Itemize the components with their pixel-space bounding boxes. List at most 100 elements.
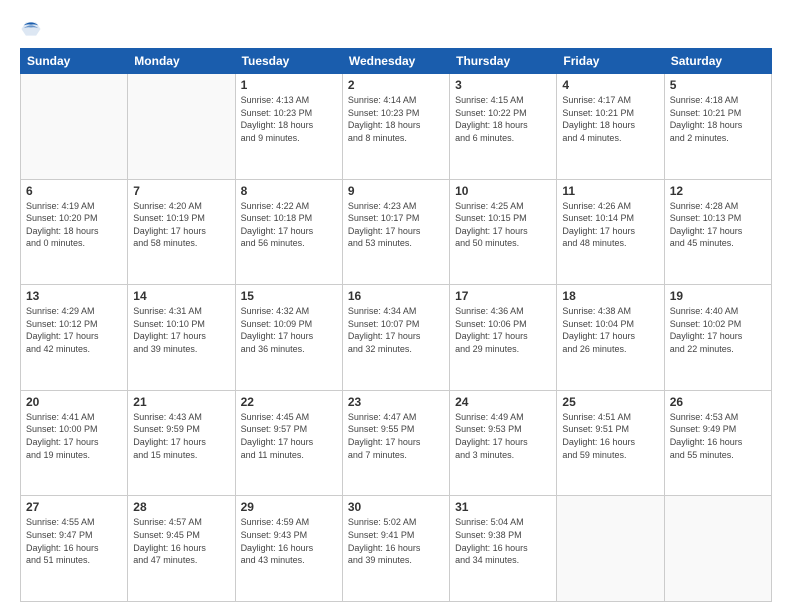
day-number: 8 — [241, 184, 337, 198]
day-number: 1 — [241, 78, 337, 92]
day-info: Sunrise: 4:26 AM Sunset: 10:14 PM Daylig… — [562, 200, 658, 250]
weekday-header-thursday: Thursday — [450, 49, 557, 74]
calendar-week-5: 27 Sunrise: 4:55 AM Sunset: 9:47 PM Dayli… — [21, 496, 772, 602]
day-info: Sunrise: 4:18 AM Sunset: 10:21 PM Daylig… — [670, 94, 766, 144]
day-info: Sunrise: 4:59 AM Sunset: 9:43 PM Dayligh… — [241, 516, 337, 566]
day-info: Sunrise: 4:22 AM Sunset: 10:18 PM Daylig… — [241, 200, 337, 250]
calendar-week-1: 1 Sunrise: 4:13 AM Sunset: 10:23 PM Dayli… — [21, 74, 772, 180]
page-header — [20, 18, 772, 40]
day-info: Sunrise: 5:02 AM Sunset: 9:41 PM Dayligh… — [348, 516, 444, 566]
day-number: 10 — [455, 184, 551, 198]
day-number: 15 — [241, 289, 337, 303]
day-number: 23 — [348, 395, 444, 409]
day-info: Sunrise: 4:15 AM Sunset: 10:22 PM Daylig… — [455, 94, 551, 144]
day-number: 5 — [670, 78, 766, 92]
calendar-cell: 22 Sunrise: 4:45 AM Sunset: 9:57 PM Dayli… — [235, 390, 342, 496]
day-number: 31 — [455, 500, 551, 514]
calendar-cell: 31 Sunrise: 5:04 AM Sunset: 9:38 PM Dayli… — [450, 496, 557, 602]
day-info: Sunrise: 4:57 AM Sunset: 9:45 PM Dayligh… — [133, 516, 229, 566]
calendar-cell: 16Sunrise: 4:34 AM Sunset: 10:07 PM Dayl… — [342, 285, 449, 391]
day-info: Sunrise: 4:19 AM Sunset: 10:20 PM Daylig… — [26, 200, 122, 250]
calendar-cell: 21 Sunrise: 4:43 AM Sunset: 9:59 PM Dayli… — [128, 390, 235, 496]
weekday-header-monday: Monday — [128, 49, 235, 74]
day-number: 4 — [562, 78, 658, 92]
calendar-cell: 20 Sunrise: 4:41 AM Sunset: 10:00 PM Dayl… — [21, 390, 128, 496]
day-info: Sunrise: 4:17 AM Sunset: 10:21 PM Daylig… — [562, 94, 658, 144]
calendar-cell: 8 Sunrise: 4:22 AM Sunset: 10:18 PM Dayli… — [235, 179, 342, 285]
calendar-cell: 18 Sunrise: 4:38 AM Sunset: 10:04 PM Dayl… — [557, 285, 664, 391]
calendar-table: SundayMondayTuesdayWednesdayThursdayFrid… — [20, 48, 772, 602]
calendar-cell: 15 Sunrise: 4:32 AM Sunset: 10:09 PM Dayl… — [235, 285, 342, 391]
calendar-cell: 28 Sunrise: 4:57 AM Sunset: 9:45 PM Dayli… — [128, 496, 235, 602]
day-number: 17 — [455, 289, 551, 303]
day-info: Sunrise: 4:20 AM Sunset: 10:19 PM Daylig… — [133, 200, 229, 250]
day-info: Sunrise: 4:14 AM Sunset: 10:23 PM Daylig… — [348, 94, 444, 144]
day-info: Sunrise: 4:29 AM Sunset: 10:12 PM Daylig… — [26, 305, 122, 355]
calendar-cell: 4 Sunrise: 4:17 AM Sunset: 10:21 PM Dayli… — [557, 74, 664, 180]
day-number: 2 — [348, 78, 444, 92]
day-number: 24 — [455, 395, 551, 409]
calendar-week-2: 6 Sunrise: 4:19 AM Sunset: 10:20 PM Dayli… — [21, 179, 772, 285]
calendar-cell: 19Sunrise: 4:40 AM Sunset: 10:02 PM Dayl… — [664, 285, 771, 391]
calendar-cell: 5 Sunrise: 4:18 AM Sunset: 10:21 PM Dayli… — [664, 74, 771, 180]
calendar-cell: 7Sunrise: 4:20 AM Sunset: 10:19 PM Dayli… — [128, 179, 235, 285]
calendar-cell: 9 Sunrise: 4:23 AM Sunset: 10:17 PM Dayli… — [342, 179, 449, 285]
day-number: 20 — [26, 395, 122, 409]
calendar-cell: 11 Sunrise: 4:26 AM Sunset: 10:14 PM Dayl… — [557, 179, 664, 285]
day-number: 9 — [348, 184, 444, 198]
day-number: 21 — [133, 395, 229, 409]
calendar-cell — [128, 74, 235, 180]
day-info: Sunrise: 4:43 AM Sunset: 9:59 PM Dayligh… — [133, 411, 229, 461]
day-number: 25 — [562, 395, 658, 409]
weekday-header-saturday: Saturday — [664, 49, 771, 74]
calendar-cell: 30 Sunrise: 5:02 AM Sunset: 9:41 PM Dayli… — [342, 496, 449, 602]
calendar-cell: 10 Sunrise: 4:25 AM Sunset: 10:15 PM Dayl… — [450, 179, 557, 285]
day-number: 16 — [348, 289, 444, 303]
day-info: Sunrise: 4:47 AM Sunset: 9:55 PM Dayligh… — [348, 411, 444, 461]
day-number: 28 — [133, 500, 229, 514]
day-number: 18 — [562, 289, 658, 303]
day-info: Sunrise: 4:55 AM Sunset: 9:47 PM Dayligh… — [26, 516, 122, 566]
day-number: 13 — [26, 289, 122, 303]
day-info: Sunrise: 4:13 AM Sunset: 10:23 PM Daylig… — [241, 94, 337, 144]
day-number: 22 — [241, 395, 337, 409]
day-info: Sunrise: 4:38 AM Sunset: 10:04 PM Daylig… — [562, 305, 658, 355]
calendar-cell: 29 Sunrise: 4:59 AM Sunset: 9:43 PM Dayli… — [235, 496, 342, 602]
day-info: Sunrise: 4:51 AM Sunset: 9:51 PM Dayligh… — [562, 411, 658, 461]
day-info: Sunrise: 4:45 AM Sunset: 9:57 PM Dayligh… — [241, 411, 337, 461]
weekday-header-row: SundayMondayTuesdayWednesdayThursdayFrid… — [21, 49, 772, 74]
day-number: 12 — [670, 184, 766, 198]
calendar-week-4: 20 Sunrise: 4:41 AM Sunset: 10:00 PM Dayl… — [21, 390, 772, 496]
calendar-cell: 14 Sunrise: 4:31 AM Sunset: 10:10 PM Dayl… — [128, 285, 235, 391]
calendar-cell: 26 Sunrise: 4:53 AM Sunset: 9:49 PM Dayli… — [664, 390, 771, 496]
day-number: 26 — [670, 395, 766, 409]
day-info: Sunrise: 4:53 AM Sunset: 9:49 PM Dayligh… — [670, 411, 766, 461]
day-info: Sunrise: 4:41 AM Sunset: 10:00 PM Daylig… — [26, 411, 122, 461]
day-number: 29 — [241, 500, 337, 514]
calendar-cell: 13 Sunrise: 4:29 AM Sunset: 10:12 PM Dayl… — [21, 285, 128, 391]
logo — [20, 18, 46, 40]
day-number: 30 — [348, 500, 444, 514]
day-number: 11 — [562, 184, 658, 198]
calendar-cell: 25 Sunrise: 4:51 AM Sunset: 9:51 PM Dayli… — [557, 390, 664, 496]
calendar-cell — [664, 496, 771, 602]
day-info: Sunrise: 4:23 AM Sunset: 10:17 PM Daylig… — [348, 200, 444, 250]
day-number: 6 — [26, 184, 122, 198]
day-info: Sunrise: 4:40 AM Sunset: 10:02 PM Daylig… — [670, 305, 766, 355]
calendar-cell — [557, 496, 664, 602]
weekday-header-sunday: Sunday — [21, 49, 128, 74]
calendar-cell: 2 Sunrise: 4:14 AM Sunset: 10:23 PM Dayli… — [342, 74, 449, 180]
calendar-cell: 27 Sunrise: 4:55 AM Sunset: 9:47 PM Dayli… — [21, 496, 128, 602]
day-info: Sunrise: 5:04 AM Sunset: 9:38 PM Dayligh… — [455, 516, 551, 566]
logo-icon — [20, 18, 42, 40]
day-number: 14 — [133, 289, 229, 303]
calendar-cell — [21, 74, 128, 180]
calendar-cell: 17Sunrise: 4:36 AM Sunset: 10:06 PM Dayl… — [450, 285, 557, 391]
weekday-header-tuesday: Tuesday — [235, 49, 342, 74]
day-info: Sunrise: 4:28 AM Sunset: 10:13 PM Daylig… — [670, 200, 766, 250]
day-info: Sunrise: 4:32 AM Sunset: 10:09 PM Daylig… — [241, 305, 337, 355]
calendar-cell: 3Sunrise: 4:15 AM Sunset: 10:22 PM Dayli… — [450, 74, 557, 180]
day-info: Sunrise: 4:25 AM Sunset: 10:15 PM Daylig… — [455, 200, 551, 250]
day-info: Sunrise: 4:31 AM Sunset: 10:10 PM Daylig… — [133, 305, 229, 355]
day-number: 27 — [26, 500, 122, 514]
